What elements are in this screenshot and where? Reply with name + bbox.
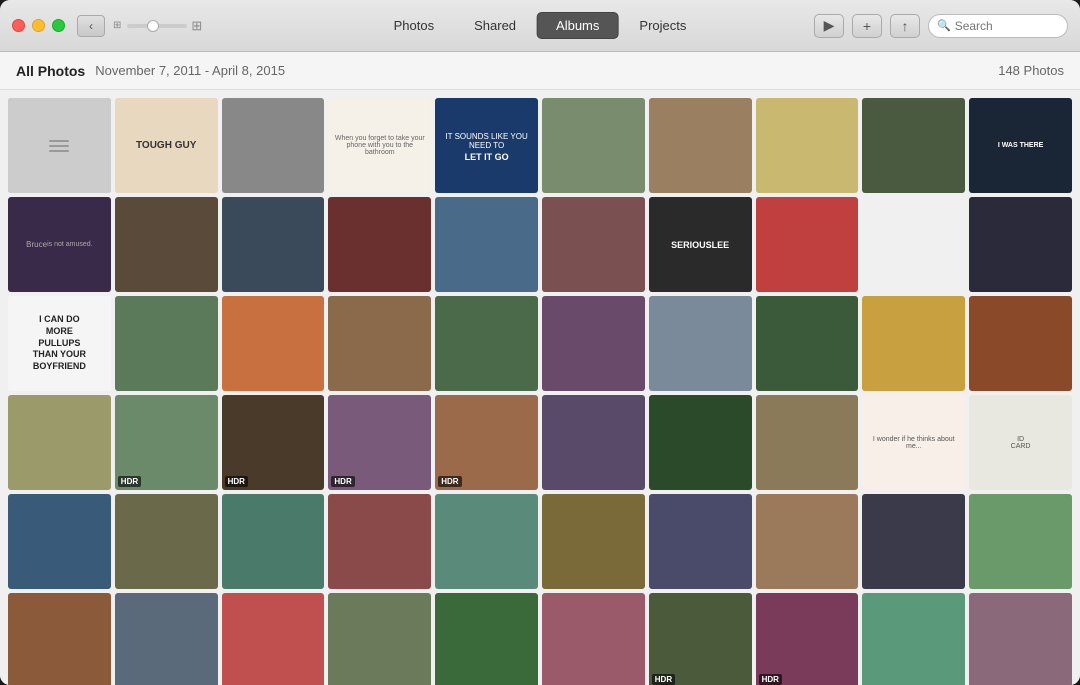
photo-thumb[interactable] xyxy=(222,98,325,193)
photo-thumb[interactable] xyxy=(115,593,218,685)
photo-thumb[interactable]: HDR xyxy=(328,395,431,490)
titlebar: ‹ ⊞ ⊞ Photos Shared Albums Projects ▶ + … xyxy=(0,0,1080,52)
share-button[interactable]: ↑ xyxy=(890,14,920,38)
play-icon: ▶ xyxy=(824,17,835,34)
photo-thumb[interactable] xyxy=(542,197,645,292)
nav-buttons: ‹ xyxy=(77,15,105,37)
photo-thumb[interactable] xyxy=(862,296,965,391)
photo-thumb[interactable]: TOUGH GUY xyxy=(115,98,218,193)
photo-thumb[interactable] xyxy=(542,296,645,391)
photo-thumb[interactable] xyxy=(969,296,1072,391)
photo-count: 148 Photos xyxy=(998,63,1064,78)
photo-thumb[interactable] xyxy=(542,395,645,490)
photo-thumb[interactable] xyxy=(969,197,1072,292)
photo-thumb[interactable]: HDR xyxy=(649,593,752,685)
photo-thumb[interactable]: IDCARD xyxy=(969,395,1072,490)
photo-thumb[interactable] xyxy=(222,494,325,589)
photo-thumb[interactable] xyxy=(649,296,752,391)
photo-thumb[interactable]: HDR xyxy=(115,395,218,490)
photo-thumb[interactable] xyxy=(862,494,965,589)
photo-thumb[interactable] xyxy=(115,296,218,391)
photo-thumb[interactable] xyxy=(756,98,859,193)
photo-thumb[interactable]: HDR xyxy=(756,593,859,685)
photo-thumb[interactable]: HDR xyxy=(435,395,538,490)
close-button[interactable] xyxy=(12,19,25,32)
photo-thumb[interactable] xyxy=(542,593,645,685)
photo-thumb[interactable] xyxy=(222,296,325,391)
main-window: ‹ ⊞ ⊞ Photos Shared Albums Projects ▶ + … xyxy=(0,0,1080,685)
play-button[interactable]: ▶ xyxy=(814,14,844,38)
add-button[interactable]: + xyxy=(852,14,882,38)
photo-thumb[interactable] xyxy=(756,494,859,589)
photo-thumb[interactable] xyxy=(435,593,538,685)
photo-thumb[interactable]: I wonder if he thinks about me... xyxy=(862,395,965,490)
photo-thumb[interactable] xyxy=(115,197,218,292)
photo-thumb[interactable] xyxy=(649,395,752,490)
photo-thumb[interactable]: When you forget to take your phone with … xyxy=(328,98,431,193)
photo-thumb[interactable] xyxy=(328,593,431,685)
search-icon: 🔍 xyxy=(937,19,951,32)
photo-row: TOUGH GUY When you forget to take your p… xyxy=(8,98,1072,193)
share-icon: ↑ xyxy=(902,18,909,34)
photo-thumb[interactable] xyxy=(756,197,859,292)
maximize-button[interactable] xyxy=(52,19,65,32)
nav-tabs: Photos Shared Albums Projects xyxy=(375,12,706,39)
photo-thumb[interactable] xyxy=(862,197,965,292)
photo-thumb[interactable] xyxy=(328,197,431,292)
zoom-slider-track[interactable] xyxy=(127,24,187,28)
photo-thumb[interactable] xyxy=(8,98,111,193)
photo-row: I CAN DOMOREPULLUPSTHAN YOURBOYFRIEND xyxy=(8,296,1072,391)
photo-row xyxy=(8,494,1072,589)
minimize-button[interactable] xyxy=(32,19,45,32)
photo-thumb[interactable] xyxy=(862,98,965,193)
grid-small-icon: ⊞ xyxy=(113,20,121,31)
photo-thumb[interactable] xyxy=(969,494,1072,589)
photo-thumb[interactable] xyxy=(8,593,111,685)
photo-thumb[interactable] xyxy=(222,593,325,685)
photo-row: Bruceis not amused. SERIOUSLEE xyxy=(8,197,1072,292)
tab-photos[interactable]: Photos xyxy=(375,12,453,39)
toolbar: All Photos November 7, 2011 - April 8, 2… xyxy=(0,52,1080,90)
photo-thumb[interactable]: IT SOUNDS LIKE YOU NEED TO LET IT GO xyxy=(435,98,538,193)
search-input[interactable] xyxy=(955,19,1059,33)
photo-thumb[interactable] xyxy=(328,296,431,391)
photo-thumb[interactable] xyxy=(8,395,111,490)
photo-thumb[interactable] xyxy=(969,593,1072,685)
photo-thumb[interactable]: Bruceis not amused. xyxy=(8,197,111,292)
photo-thumb[interactable] xyxy=(649,98,752,193)
traffic-lights xyxy=(12,19,65,32)
grid-large-icon: ⊞ xyxy=(191,18,202,34)
date-range: November 7, 2011 - April 8, 2015 xyxy=(95,63,285,78)
photo-thumb[interactable]: SERIOUSLEE xyxy=(649,197,752,292)
photo-thumb[interactable] xyxy=(435,296,538,391)
photo-thumb[interactable] xyxy=(649,494,752,589)
photo-thumb[interactable] xyxy=(756,296,859,391)
photo-thumb[interactable] xyxy=(222,197,325,292)
photo-thumb[interactable] xyxy=(435,197,538,292)
section-title: All Photos xyxy=(16,63,85,79)
photo-row: HDR HDR xyxy=(8,593,1072,685)
photo-thumb[interactable] xyxy=(756,395,859,490)
slider-area: ⊞ ⊞ xyxy=(113,18,202,34)
photo-thumb[interactable] xyxy=(435,494,538,589)
back-button[interactable]: ‹ xyxy=(77,15,105,37)
photo-row: HDR HDR HDR HDR xyxy=(8,395,1072,490)
search-box[interactable]: 🔍 xyxy=(928,14,1068,38)
photo-thumb[interactable] xyxy=(115,494,218,589)
tab-projects[interactable]: Projects xyxy=(620,12,705,39)
tab-albums[interactable]: Albums xyxy=(537,12,618,39)
photo-thumb[interactable]: I WAS THERE xyxy=(969,98,1072,193)
photo-thumb[interactable]: I CAN DOMOREPULLUPSTHAN YOURBOYFRIEND xyxy=(8,296,111,391)
titlebar-right: ▶ + ↑ 🔍 xyxy=(814,14,1068,38)
tab-shared[interactable]: Shared xyxy=(455,12,535,39)
add-icon: + xyxy=(863,18,871,34)
zoom-slider-thumb[interactable] xyxy=(147,20,159,32)
photo-thumb[interactable] xyxy=(862,593,965,685)
photo-thumb[interactable] xyxy=(8,494,111,589)
photo-thumb[interactable] xyxy=(542,494,645,589)
photo-thumb[interactable]: HDR xyxy=(222,395,325,490)
photo-thumb[interactable] xyxy=(542,98,645,193)
photo-thumb[interactable] xyxy=(328,494,431,589)
photo-grid[interactable]: TOUGH GUY When you forget to take your p… xyxy=(0,90,1080,685)
